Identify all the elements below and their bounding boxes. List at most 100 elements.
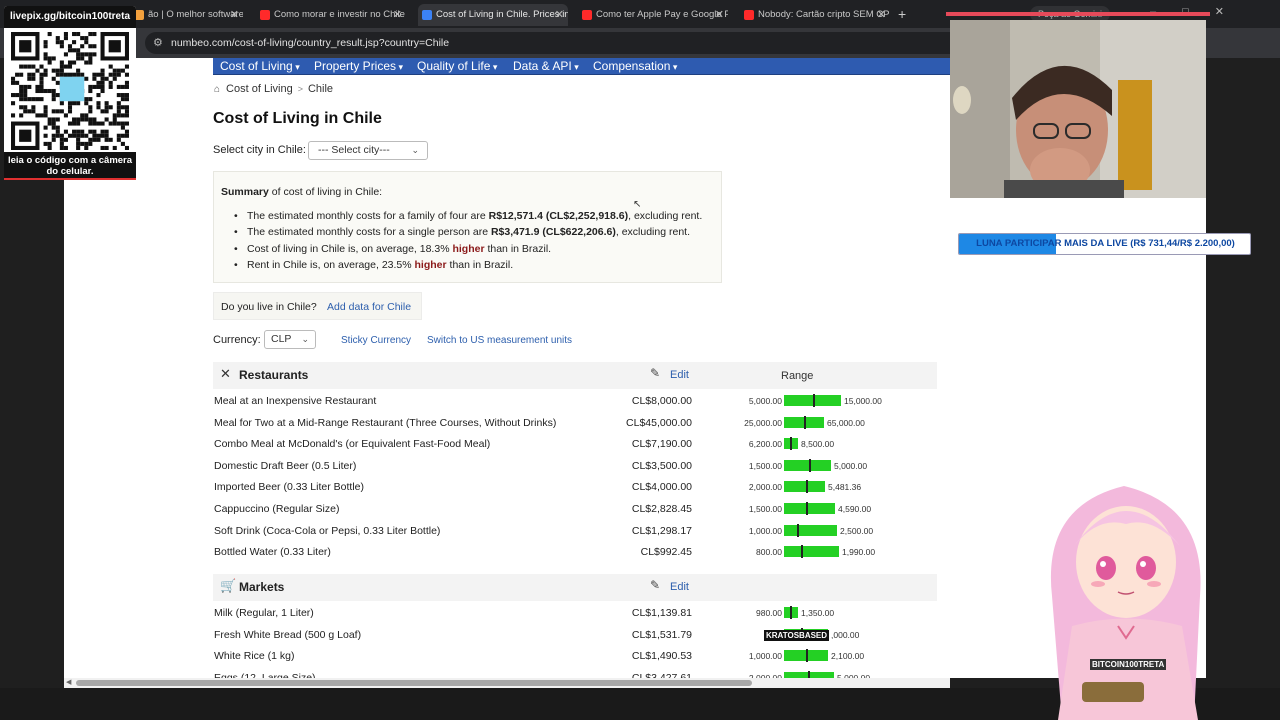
main-nav: Cost of Living Property Prices Quality o…: [213, 58, 950, 75]
browser-tab[interactable]: Como ter Apple Pay e Google P ✕: [578, 4, 728, 26]
range-high: ,000.00: [831, 629, 860, 640]
url-field[interactable]: ⚙ numbeo.com/cost-of-living/country_resu…: [145, 32, 965, 54]
tab-close-icon[interactable]: ✕: [877, 4, 886, 26]
range-bar: [784, 546, 839, 558]
tab-close-icon[interactable]: ✕: [555, 4, 564, 26]
city-select-value: --- Select city---: [318, 144, 390, 156]
range-low: 1,000.00: [748, 651, 782, 662]
page-title: Cost of Living in Chile: [213, 110, 382, 127]
range-high: 15,000.00: [844, 396, 882, 406]
live-question: Do you live in Chile?: [221, 301, 317, 313]
table-row: Soft Drink (Coca-Cola or Pepsi, 0.33 Lit…: [213, 521, 937, 542]
item-price: CL$7,190.00: [631, 438, 692, 451]
city-select[interactable]: --- Select city--- ⌄: [308, 141, 428, 160]
tab-close-icon[interactable]: ✕: [393, 4, 402, 26]
restaurants-section-header: ✕ Restaurants ✎ Edit Range: [213, 362, 937, 389]
chevron-down-icon: ⌄: [411, 145, 419, 155]
mouse-cursor-icon: ↖: [633, 199, 642, 210]
edit-link[interactable]: Edit: [670, 369, 689, 381]
horizontal-scrollbar[interactable]: ◀: [64, 678, 950, 688]
summary-single: The estimated monthly costs for a single…: [234, 224, 714, 241]
vtuber-avatar-image: [1050, 486, 1201, 720]
switch-units-link[interactable]: Switch to US measurement units: [427, 335, 572, 346]
donation-goal-label: LUNA PARTICIPAR MAIS DA LIVE (R$ 731,44/…: [976, 238, 1235, 249]
site-settings-icon[interactable]: ⚙: [153, 36, 163, 49]
chevron-down-icon: ⌄: [301, 334, 309, 344]
browser-tab[interactable]: Nobody: Cartão cripto SEM CP ✕: [740, 4, 890, 26]
range-marker: [801, 545, 803, 559]
table-row: White Rice (1 kg) CL$1,490.53 1,000.00 2,10…: [213, 646, 937, 667]
item-name: Fresh White Bread (500 g Loaf): [214, 628, 362, 641]
range-marker: [806, 649, 808, 663]
url-text[interactable]: numbeo.com/cost-of-living/country_result…: [171, 37, 449, 49]
nav-quality-of-life[interactable]: Quality of Life: [417, 58, 497, 75]
fork-knife-icon: ✕: [220, 366, 231, 381]
tab-close-icon[interactable]: ✕: [230, 4, 239, 26]
range-marker: [790, 437, 792, 451]
range-marker: [797, 523, 799, 537]
breadcrumb-cost-of-living[interactable]: Cost of Living: [226, 83, 293, 95]
item-name: Bottled Water (0.33 Liter): [214, 546, 331, 559]
table-row: Eggs (12, Large Size) CL$3,427.61 2,000.00…: [213, 668, 937, 678]
item-name: Soft Drink (Coca-Cola or Pepsi, 0.33 Lit…: [214, 524, 441, 537]
browser-tab-active[interactable]: Cost of Living in Chile. Prices in ✕: [418, 4, 568, 26]
nav-property-prices[interactable]: Property Prices: [314, 58, 403, 75]
donation-goal-bar: LUNA PARTICIPAR MAIS DA LIVE (R$ 731,44/…: [958, 233, 1251, 255]
webcam-top-border: [946, 12, 1210, 16]
range-low: 800.00: [756, 547, 782, 558]
range-high: 5,000.00: [834, 460, 868, 471]
range-bar: [784, 459, 831, 471]
range-bar: [784, 481, 825, 493]
add-data-link[interactable]: Add data for Chile: [327, 301, 411, 313]
item-name: Domestic Draft Beer (0.5 Liter): [214, 459, 357, 472]
section-title: Restaurants: [239, 368, 309, 382]
tab-close-icon[interactable]: ✕: [715, 4, 724, 26]
pencil-icon[interactable]: ✎: [650, 578, 660, 592]
scroll-left-icon[interactable]: ◀: [66, 678, 71, 686]
sticky-currency-link[interactable]: Sticky Currency: [341, 335, 411, 346]
viewer-kratos-tag: KRATOSBASED: [764, 630, 830, 641]
scrollbar-thumb[interactable]: [76, 680, 752, 686]
markets-section-header: 🛒 Markets ✎ Edit: [213, 574, 937, 601]
qr-url-text: livepix.gg/bitcoin100treta: [4, 6, 136, 28]
viewer-bitcoin-tag: BITCOIN100TRETA: [1090, 659, 1167, 670]
range-bar: [784, 524, 837, 536]
range-high: 1,990.00: [842, 547, 876, 558]
range-marker: [809, 458, 811, 472]
item-name: White Rice (1 kg): [214, 650, 295, 663]
item-price: CL$45,000.00: [626, 416, 692, 429]
tab-label: Como morar e investir no Chile: [274, 9, 405, 20]
summary-heading: Summary of cost of living in Chile:: [221, 186, 383, 198]
currency-select[interactable]: CLP ⌄: [264, 330, 316, 349]
browser-tab[interactable]: ão | O melhor software p ✕: [130, 4, 243, 26]
nav-data-api[interactable]: Data & API: [513, 58, 579, 75]
summary-col-index: Cost of living in Chile is, on average, …: [234, 241, 714, 258]
section-title: Markets: [239, 580, 285, 594]
live-in-country-box: Do you live in Chile? Add data for Chile: [213, 292, 422, 320]
table-row: Meal at an Inexpensive Restaurant CL$8,00…: [213, 391, 937, 412]
range-marker: [804, 415, 806, 429]
item-price: CL$8,000.00: [631, 395, 692, 407]
tab-label: Como ter Apple Pay e Google P: [596, 9, 728, 20]
tab-favicon-icon: [582, 10, 592, 20]
item-price: CL$2,828.45: [631, 503, 692, 515]
streamer-webcam-image: [950, 20, 1206, 198]
close-window-icon[interactable]: ✕: [1215, 6, 1250, 18]
range-low: 25,000.00: [744, 417, 782, 428]
nav-compensation[interactable]: Compensation: [593, 58, 677, 75]
nav-cost-of-living[interactable]: Cost of Living: [220, 58, 300, 75]
range-marker: [813, 394, 815, 407]
summary-box: Summary of cost of living in Chile: The …: [213, 171, 722, 283]
item-name: Meal for Two at a Mid-Range Restaurant (…: [214, 416, 557, 429]
home-icon[interactable]: ⌂: [214, 84, 220, 95]
range-high: 1,350.00: [801, 608, 835, 618]
breadcrumb-chile[interactable]: Chile: [308, 83, 333, 95]
table-row: Domestic Draft Beer (0.5 Liter) CL$3,500.…: [213, 456, 937, 477]
edit-link[interactable]: Edit: [670, 581, 689, 593]
item-name: Meal at an Inexpensive Restaurant: [214, 395, 377, 407]
pencil-icon[interactable]: ✎: [650, 366, 660, 380]
new-tab-button[interactable]: +: [898, 4, 906, 24]
table-row: Combo Meal at McDonald's (or Equivalent …: [213, 434, 937, 455]
browser-tab[interactable]: Como morar e investir no Chile ✕: [256, 4, 406, 26]
item-name: Combo Meal at McDonald's (or Equivalent …: [214, 438, 491, 451]
